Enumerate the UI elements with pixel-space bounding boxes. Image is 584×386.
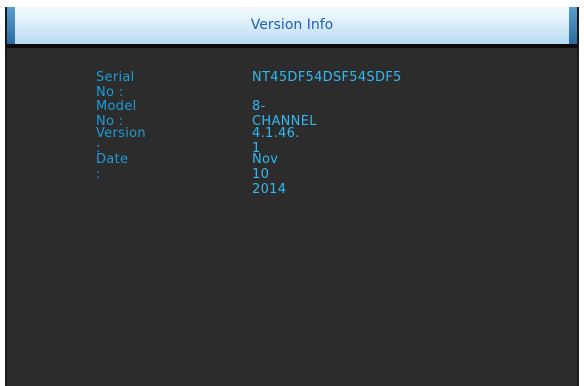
date-value: Nov 10 2014 (252, 152, 287, 197)
version-info-dialog: Version Info (5, 7, 579, 386)
serial-no-value: NT45DF54DSF54SDF5 (252, 70, 402, 85)
dialog-title: Version Info (250, 17, 334, 33)
dialog-titlebar: Version Info (7, 7, 577, 48)
serial-no-label: Serial No : (96, 70, 135, 100)
model-no-value: 8-CHANNEL (252, 99, 317, 129)
date-label: Date : (96, 152, 129, 182)
model-no-label: Model No : (96, 99, 137, 129)
